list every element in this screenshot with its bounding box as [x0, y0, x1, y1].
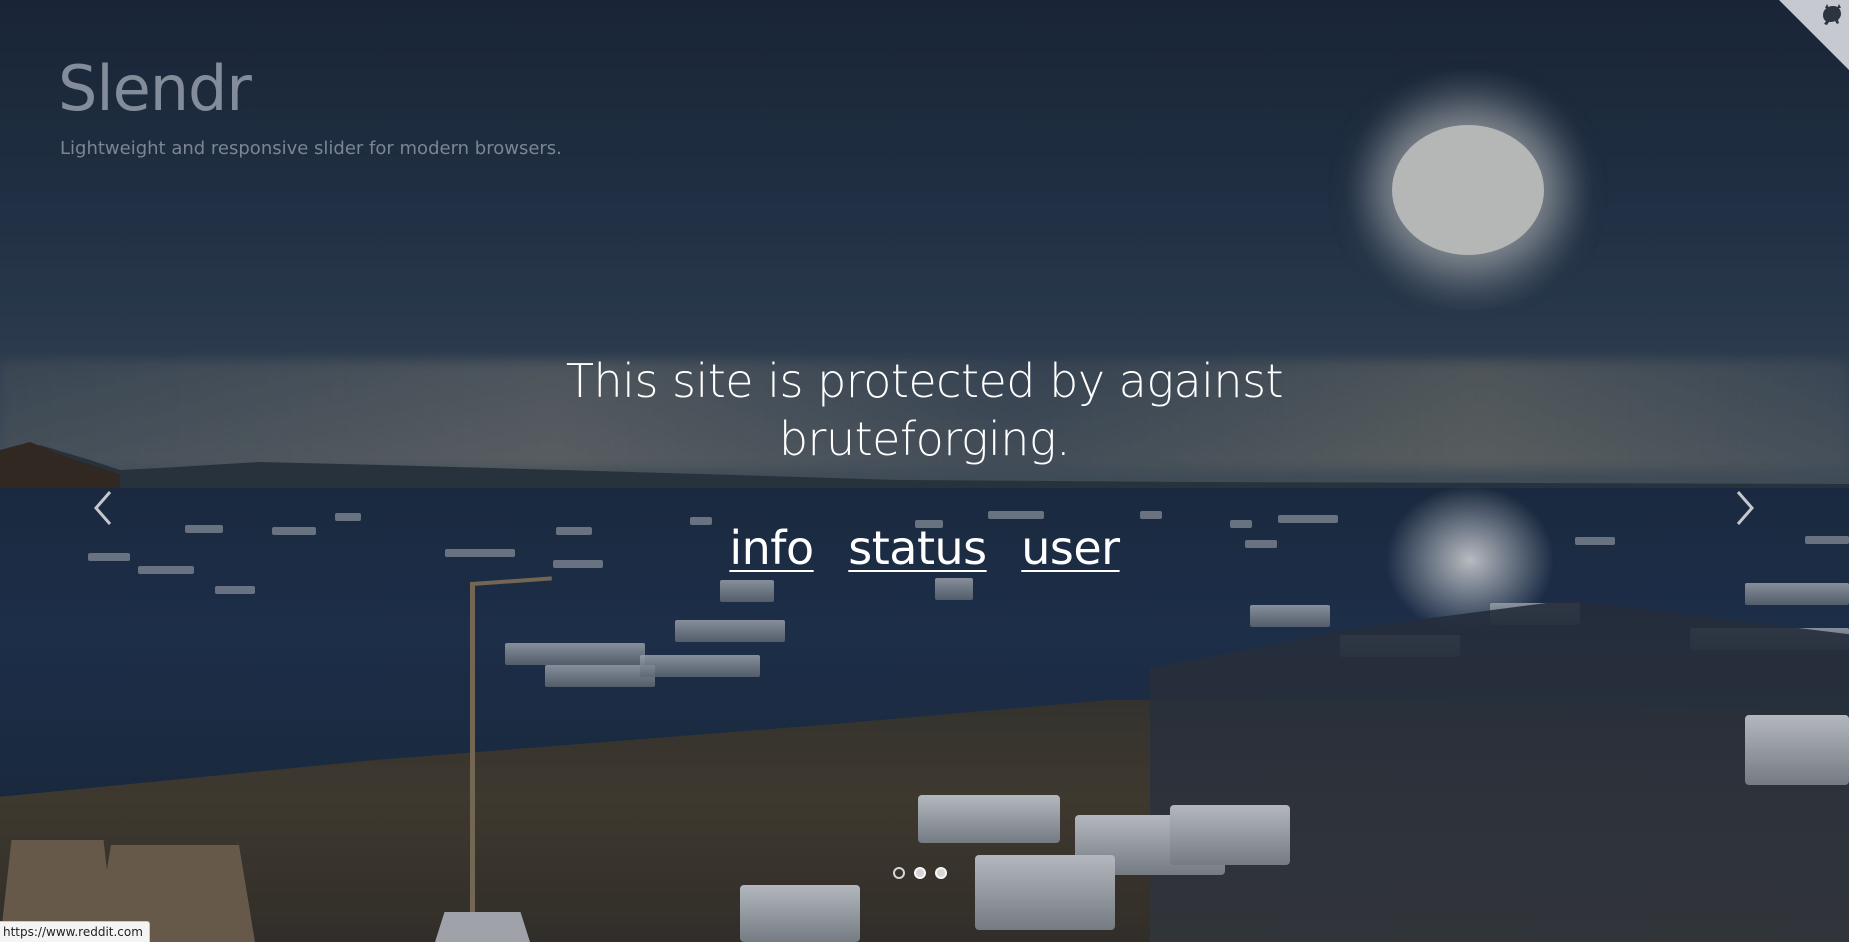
- pagination-dot-3[interactable]: [935, 867, 947, 879]
- status-bar-url: https://www.reddit.com: [0, 921, 150, 942]
- slide-links: info status user: [0, 518, 1849, 578]
- site-subtitle: Lightweight and responsive slider for mo…: [60, 138, 562, 159]
- site-title: Slendr: [58, 52, 252, 125]
- slide-message: This site is protected by against brutef…: [565, 354, 1284, 466]
- chevron-left-icon: [94, 491, 112, 525]
- pagination-dot-1[interactable]: [893, 867, 905, 879]
- slide-pagination: [893, 867, 947, 879]
- github-corner-link[interactable]: [1779, 0, 1849, 70]
- info-link[interactable]: info: [729, 521, 814, 575]
- prev-slide-button[interactable]: [88, 488, 118, 528]
- pagination-dot-2[interactable]: [914, 867, 926, 879]
- user-link[interactable]: user: [1021, 521, 1120, 575]
- next-slide-button[interactable]: [1730, 488, 1760, 528]
- slider: Slendr Lightweight and responsive slider…: [0, 0, 1849, 942]
- chevron-right-icon: [1736, 491, 1754, 525]
- status-link[interactable]: status: [848, 521, 987, 575]
- slide-content: This site is protected by against brutef…: [0, 352, 1849, 578]
- github-octocat-icon: [1779, 0, 1849, 70]
